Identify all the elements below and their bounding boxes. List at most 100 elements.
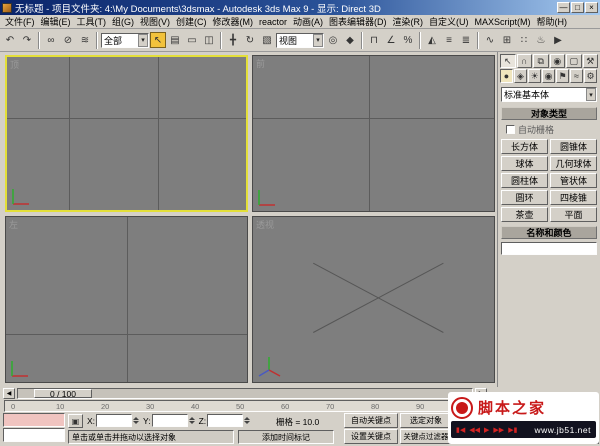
space-warps-category[interactable]: ≈	[570, 69, 583, 83]
reference-coordinate-dropdown[interactable]: 视图 ▾	[276, 32, 324, 48]
close-button[interactable]: ×	[585, 2, 598, 13]
quick-render-icon[interactable]: ▶	[550, 32, 566, 48]
primitive-button-9[interactable]: 平面	[550, 207, 597, 222]
primitive-button-1[interactable]: 圆锥体	[550, 139, 597, 154]
menu-item-4[interactable]: 视图(V)	[137, 15, 173, 28]
primitive-button-6[interactable]: 圆环	[501, 190, 548, 205]
create-tab[interactable]: ↖	[500, 54, 516, 68]
angle-snap-icon[interactable]: ∠	[383, 32, 399, 48]
selected-mode-dropdown[interactable]: 选定对象	[400, 413, 452, 428]
select-by-name-icon[interactable]: ▤	[167, 32, 183, 48]
viewport-left[interactable]: 左	[5, 216, 248, 383]
viewport-perspective[interactable]: 透视	[252, 216, 495, 383]
mirror-icon[interactable]: ◭	[424, 32, 440, 48]
menu-item-10[interactable]: 渲染(R)	[390, 15, 427, 28]
menu-item-12[interactable]: MAXScript(M)	[472, 17, 534, 27]
hierarchy-tab[interactable]: ⧉	[533, 54, 549, 68]
minimize-button[interactable]: —	[557, 2, 570, 13]
autogrid-checkbox[interactable]	[506, 125, 515, 134]
redo-icon[interactable]: ↷	[19, 32, 35, 48]
viewport-front-label[interactable]: 前	[256, 57, 265, 70]
primitive-button-8[interactable]: 茶壶	[501, 207, 548, 222]
object-type-rollout-header[interactable]: 对象类型	[501, 107, 597, 120]
motion-tab[interactable]: ◉	[549, 54, 565, 68]
snap-toggle-icon[interactable]: ⊓	[366, 32, 382, 48]
window-crossing-icon[interactable]: ◫	[201, 32, 217, 48]
viewport-front[interactable]: 前	[252, 55, 495, 212]
menu-item-2[interactable]: 工具(T)	[74, 15, 110, 28]
select-and-scale-icon[interactable]: ▧	[259, 32, 275, 48]
menu-item-3[interactable]: 组(G)	[109, 15, 137, 28]
unlink-selection-icon[interactable]: ⊘	[60, 32, 76, 48]
title-bar[interactable]: 无标题 - 项目文件夹: 4:\My Documents\3dsmax - Au…	[0, 0, 600, 15]
helpers-category[interactable]: ⚑	[556, 69, 569, 83]
render-setup-icon[interactable]: ♨	[533, 32, 549, 48]
viewport-perspective-label[interactable]: 透视	[256, 218, 274, 231]
time-slider-track[interactable]: 0 / 100	[17, 388, 473, 399]
utilities-tab[interactable]: ⚒	[582, 54, 598, 68]
track-bar[interactable]: 0102030405060708090100	[4, 400, 488, 412]
menu-item-1[interactable]: 编辑(E)	[38, 15, 74, 28]
shapes-category[interactable]: ◈	[514, 69, 527, 83]
primitive-button-0[interactable]: 长方体	[501, 139, 548, 154]
align-icon[interactable]: ≡	[441, 32, 457, 48]
selection-lock-toggle[interactable]: ▣	[68, 414, 83, 428]
geometry-category[interactable]: ●	[500, 69, 513, 83]
use-pivot-center-icon[interactable]: ◎	[325, 32, 341, 48]
modify-tab[interactable]: ∩	[516, 54, 532, 68]
select-and-move-icon[interactable]: ╋	[225, 32, 241, 48]
y-coordinate-field[interactable]	[151, 414, 188, 427]
viewport-left-label[interactable]: 左	[9, 218, 18, 231]
select-and-link-icon[interactable]: ∞	[43, 32, 59, 48]
maxscript-mini-listener[interactable]	[3, 413, 65, 442]
menu-item-0[interactable]: 文件(F)	[2, 15, 38, 28]
listener-line[interactable]	[3, 428, 65, 442]
primitive-button-3[interactable]: 几何球体	[550, 156, 597, 171]
menu-item-5[interactable]: 创建(C)	[173, 15, 210, 28]
select-and-manipulate-icon[interactable]: ◆	[342, 32, 358, 48]
name-color-rollout-header[interactable]: 名称和颜色	[501, 226, 597, 239]
schematic-view-icon[interactable]: ⊞	[499, 32, 515, 48]
systems-category[interactable]: ⚙	[584, 69, 597, 83]
layer-manager-icon[interactable]: ≣	[458, 32, 474, 48]
primitive-button-4[interactable]: 圆柱体	[501, 173, 548, 188]
x-coordinate-field[interactable]	[96, 414, 133, 427]
subcategory-dropdown[interactable]: 标准基本体 ▾	[501, 87, 597, 102]
spinner[interactable]	[188, 417, 195, 424]
curve-editor-icon[interactable]: ∿	[482, 32, 498, 48]
lights-category[interactable]: ☀	[528, 69, 541, 83]
auto-key-button[interactable]: 自动关键点	[344, 413, 398, 428]
bind-to-space-warp-icon[interactable]: ≋	[77, 32, 93, 48]
menu-item-13[interactable]: 帮助(H)	[534, 15, 571, 28]
viewport-top[interactable]: 顶	[5, 55, 248, 212]
selection-region-icon[interactable]: ▭	[184, 32, 200, 48]
material-editor-icon[interactable]: ∷	[516, 32, 532, 48]
macro-recorder-line[interactable]	[3, 413, 65, 427]
spinner[interactable]	[133, 417, 140, 424]
select-object-icon[interactable]: ↖	[150, 32, 166, 48]
primitive-button-7[interactable]: 四棱锥	[550, 190, 597, 205]
time-slider-left-arrow[interactable]: ◀	[3, 388, 15, 399]
viewport-top-label[interactable]: 顶	[10, 58, 19, 71]
primitive-button-5[interactable]: 管状体	[550, 173, 597, 188]
menu-item-7[interactable]: reactor	[256, 17, 290, 27]
time-slider-handle[interactable]: 0 / 100	[34, 389, 92, 399]
spinner[interactable]	[244, 417, 251, 424]
percent-snap-icon[interactable]: %	[400, 32, 416, 48]
display-tab[interactable]: ▢	[566, 54, 582, 68]
object-name-field[interactable]	[501, 242, 597, 255]
menu-item-11[interactable]: 自定义(U)	[426, 15, 472, 28]
primitive-button-2[interactable]: 球体	[501, 156, 548, 171]
cameras-category[interactable]: ◉	[542, 69, 555, 83]
add-time-tag[interactable]: 添加时间标记	[238, 430, 334, 444]
z-coordinate-field[interactable]	[207, 414, 244, 427]
select-and-rotate-icon[interactable]: ↻	[242, 32, 258, 48]
3dsmax-window: 无标题 - 项目文件夹: 4:\My Documents\3dsmax - Au…	[0, 0, 600, 446]
maximize-button[interactable]: □	[571, 2, 584, 13]
menu-item-6[interactable]: 修改器(M)	[210, 15, 257, 28]
set-key-button[interactable]: 设置关键点	[344, 429, 398, 444]
menu-item-9[interactable]: 图表编辑器(D)	[326, 15, 390, 28]
undo-icon[interactable]: ↶	[2, 32, 18, 48]
selection-filter-dropdown[interactable]: 全部 ▾	[101, 32, 149, 48]
menu-item-8[interactable]: 动画(A)	[290, 15, 326, 28]
